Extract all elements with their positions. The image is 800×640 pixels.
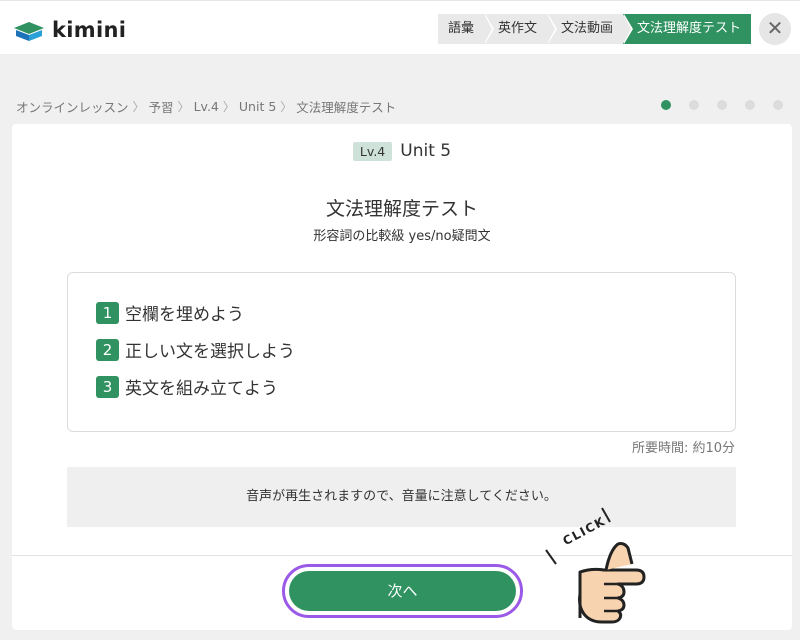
logo-text: kimini bbox=[52, 18, 127, 42]
breadcrumb-item[interactable]: オンラインレッスン bbox=[16, 97, 129, 116]
step-number: 1 bbox=[96, 301, 119, 324]
unit-label: Unit 5 bbox=[400, 141, 452, 161]
page-title: 文法理解度テスト bbox=[325, 198, 478, 220]
close-icon[interactable]: ✕ bbox=[759, 13, 791, 45]
breadcrumb-item[interactable]: Lv.4 bbox=[194, 99, 219, 114]
logo-icon bbox=[14, 22, 44, 41]
breadcrumb-item[interactable]: 予習 bbox=[149, 97, 174, 116]
next-button-highlight: 次へ bbox=[282, 564, 523, 618]
divider bbox=[12, 555, 792, 556]
progress-dot bbox=[745, 100, 755, 110]
progress-dot bbox=[689, 100, 699, 110]
tab-grammar-video[interactable]: 文法動画 bbox=[547, 14, 634, 44]
progress-dots bbox=[661, 100, 800, 110]
list-item: 1 空欄を埋めよう bbox=[96, 300, 244, 325]
steps-list: 1 空欄を埋めよう 2 正しい文を選択しよう 3 英文を組み立てよう bbox=[67, 272, 736, 432]
step-text: 空欄を埋めよう bbox=[125, 305, 244, 325]
breadcrumb: オンラインレッスン 〉 予習 〉 Lv.4 〉 Unit 5 〉 文法理解度テス… bbox=[16, 97, 396, 116]
time-estimate: 所要時間: 約10分 bbox=[631, 441, 735, 456]
page-subtitle: 形容詞の比較級 yes/no疑問文 bbox=[313, 229, 491, 244]
chevron-right-icon: 〉 bbox=[177, 100, 190, 114]
step-text: 英文を組み立てよう bbox=[125, 379, 278, 399]
breadcrumb-current: 文法理解度テスト bbox=[296, 100, 397, 115]
list-item: 2 正しい文を選択しよう bbox=[96, 337, 295, 362]
lesson-tabs: 語彙 英作文 文法動画 文法理解度テスト bbox=[438, 14, 752, 44]
progress-dot bbox=[773, 100, 783, 110]
next-button[interactable]: 次へ bbox=[289, 571, 516, 611]
tab-vocabulary[interactable]: 語彙 bbox=[438, 14, 495, 44]
step-text: 正しい文を選択しよう bbox=[125, 342, 295, 362]
chevron-right-icon: 〉 bbox=[280, 100, 293, 114]
chevron-right-icon: 〉 bbox=[222, 100, 235, 114]
kimini-logo[interactable]: kimini bbox=[12, 17, 126, 43]
progress-dot-current bbox=[661, 100, 671, 110]
list-item: 3 英文を組み立てよう bbox=[96, 374, 278, 399]
tab-grammar-test[interactable]: 文法理解度テスト bbox=[623, 14, 752, 44]
unit-heading: Lv.4 Unit 5 bbox=[12, 141, 792, 161]
progress-dot bbox=[717, 100, 727, 110]
breadcrumb-item[interactable]: Unit 5 bbox=[239, 99, 276, 114]
level-badge: Lv.4 bbox=[352, 141, 393, 161]
step-number: 2 bbox=[96, 338, 119, 361]
top-header: kimini 語彙 英作文 文法動画 文法理解度テスト ✕ bbox=[0, 0, 800, 54]
pointing-hand-icon bbox=[545, 507, 646, 624]
test-intro-card: Lv.4 Unit 5 文法理解度テスト 形容詞の比較級 yes/no疑問文 1… bbox=[12, 124, 792, 630]
step-number: 3 bbox=[96, 375, 119, 398]
chevron-right-icon: 〉 bbox=[132, 100, 145, 114]
